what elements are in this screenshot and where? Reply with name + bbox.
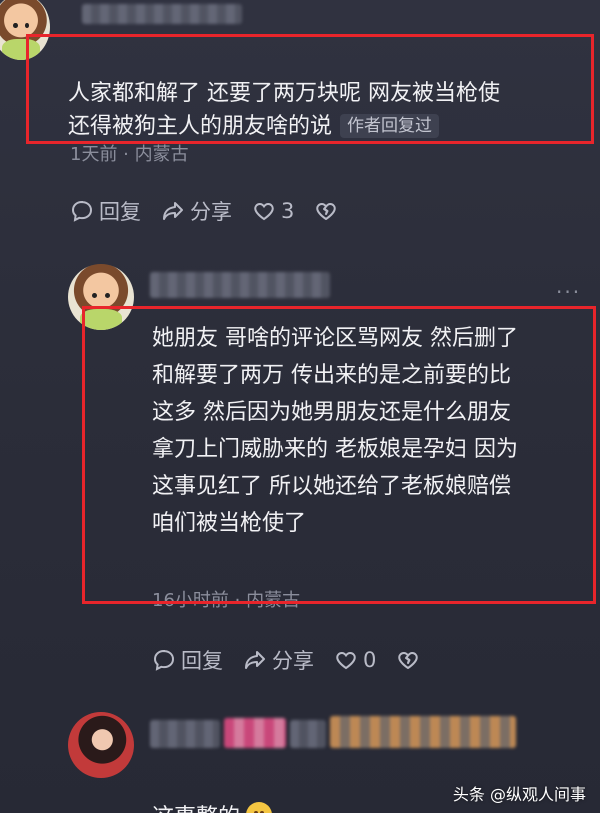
- avatar[interactable]: [68, 264, 134, 330]
- dislike-button[interactable]: [314, 199, 343, 223]
- comment-actions: 回复 分享 3: [70, 196, 363, 226]
- broken-heart-icon: [398, 652, 419, 669]
- like-button[interactable]: 3: [252, 199, 294, 223]
- avatar[interactable]: [68, 712, 134, 778]
- heart-icon: [254, 202, 274, 221]
- like-count: 3: [281, 199, 295, 223]
- username-blurred[interactable]: [290, 720, 326, 748]
- comment-thread: 人家都和解了 还要了两万块呢 网友被当枪使 还得被狗主人的朋友啥的说 作者回复过 …: [0, 0, 600, 813]
- comment-actions: 回复 分享 0: [152, 645, 445, 675]
- reply-button[interactable]: 回复: [152, 645, 223, 675]
- comment-body: 人家都和解了 还要了两万块呢 网友被当枪使 还得被狗主人的朋友啥的说 作者回复过: [68, 44, 588, 143]
- share-arrow-icon: [163, 202, 183, 220]
- reply-bubble-icon: [153, 649, 175, 671]
- username-blurred[interactable]: [330, 716, 516, 748]
- like-button[interactable]: 0: [334, 648, 376, 672]
- more-options-icon[interactable]: ···: [556, 280, 581, 304]
- username-blurred[interactable]: [150, 720, 220, 748]
- broken-heart-icon: [316, 203, 337, 220]
- face-with-hand-over-mouth-icon: [246, 802, 273, 813]
- avatar[interactable]: [0, 0, 50, 60]
- share-arrow-icon: [245, 651, 265, 669]
- watermark: 头条 @纵观人间事: [452, 785, 586, 804]
- share-button[interactable]: 分享: [243, 645, 314, 675]
- dislike-button[interactable]: [396, 648, 425, 672]
- reply-button[interactable]: 回复: [70, 196, 141, 226]
- comment-meta: 1天前 · 内蒙古: [70, 144, 189, 165]
- username-blurred[interactable]: [224, 718, 286, 748]
- like-count: 0: [363, 648, 377, 672]
- author-replied-badge: 作者回复过: [340, 114, 440, 138]
- reply-bubble-icon: [71, 200, 93, 222]
- comment-meta: 16小时前 · 内蒙古: [152, 590, 301, 611]
- username-blurred[interactable]: [82, 4, 242, 24]
- username-blurred[interactable]: [150, 272, 330, 298]
- comment-text: 这事整的: [152, 805, 240, 813]
- comment-body: 这事整的: [152, 768, 273, 813]
- share-button[interactable]: 分享: [161, 196, 232, 226]
- comment-body: 她朋友 哥啥的评论区骂网友 然后删了 和解要了两万 传出来的是之前要的比 这多 …: [152, 326, 518, 536]
- heart-icon: [336, 651, 356, 670]
